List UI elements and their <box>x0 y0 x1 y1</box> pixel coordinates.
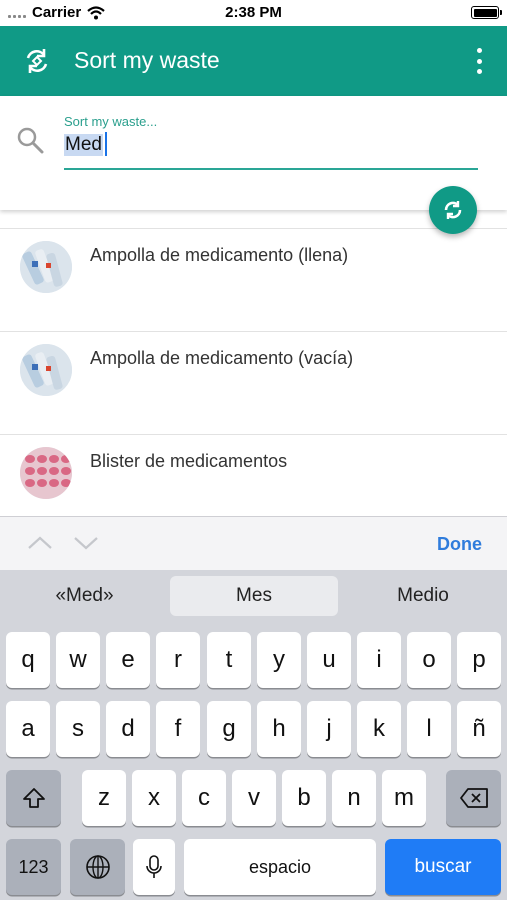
done-button[interactable]: Done <box>437 534 482 555</box>
refresh-fab-button[interactable] <box>429 186 477 234</box>
chevron-down-icon[interactable] <box>73 533 99 553</box>
key-e[interactable]: e <box>106 632 150 688</box>
medicine-ampoule-image <box>20 344 72 396</box>
key-m[interactable]: m <box>382 770 426 826</box>
key-k[interactable]: k <box>357 701 401 757</box>
key-t[interactable]: t <box>207 632 251 688</box>
key-w[interactable]: w <box>56 632 100 688</box>
dictation-key[interactable] <box>133 839 175 895</box>
key-d[interactable]: d <box>106 701 150 757</box>
key-u[interactable]: u <box>307 632 351 688</box>
sort-refresh-icon[interactable] <box>22 46 52 76</box>
list-item-label: Ampolla de medicamento (vacía) <box>90 348 354 368</box>
keyboard-accessory-bar: Done <box>0 516 507 570</box>
search-icon <box>17 127 44 154</box>
results-list: Ampolla de medicamento (llena) Ampolla d… <box>0 228 507 516</box>
numbers-key[interactable]: 123 <box>6 839 61 895</box>
keyboard: «Med» Mes Medio q w e r t y u i o p a s … <box>0 570 507 900</box>
key-q[interactable]: q <box>6 632 50 688</box>
key-j[interactable]: j <box>307 701 351 757</box>
globe-icon <box>85 855 110 879</box>
key-f[interactable]: f <box>156 701 200 757</box>
suggestion-item[interactable]: Mes <box>170 576 338 616</box>
key-n-tilde[interactable]: ñ <box>457 701 501 757</box>
key-s[interactable]: s <box>56 701 100 757</box>
backspace-icon <box>459 788 488 808</box>
key-x[interactable]: x <box>132 770 176 826</box>
shift-icon <box>22 788 45 808</box>
list-item[interactable]: Ampolla de medicamento (llena) <box>0 229 507 332</box>
key-o[interactable]: o <box>407 632 451 688</box>
list-item[interactable]: Ampolla de medicamento (vacía) <box>0 332 507 435</box>
search-input[interactable]: Med <box>64 130 478 170</box>
microphone-icon <box>146 855 162 878</box>
page-title: Sort my waste <box>74 47 220 73</box>
space-key[interactable]: espacio <box>184 839 376 895</box>
backspace-key[interactable] <box>446 770 501 826</box>
key-v[interactable]: v <box>232 770 276 826</box>
search-field-label: Sort my waste... <box>64 114 158 129</box>
key-y[interactable]: y <box>257 632 301 688</box>
key-n[interactable]: n <box>332 770 376 826</box>
suggestion-item[interactable]: «Med» <box>0 576 169 616</box>
pill-blister-image <box>20 447 72 499</box>
list-item-label: Blister de medicamentos <box>90 451 288 471</box>
text-cursor <box>105 132 107 156</box>
key-l[interactable]: l <box>407 701 451 757</box>
battery-icon <box>471 6 502 19</box>
search-input-value: Med <box>64 134 103 156</box>
status-bar: Carrier 2:38 PM <box>0 0 507 26</box>
suggestion-bar: «Med» Mes Medio <box>0 570 507 622</box>
key-c[interactable]: c <box>182 770 226 826</box>
key-g[interactable]: g <box>207 701 251 757</box>
overflow-menu-icon[interactable] <box>473 48 485 74</box>
key-r[interactable]: r <box>156 632 200 688</box>
list-item[interactable]: Blister de medicamentos <box>0 435 507 517</box>
key-z[interactable]: z <box>82 770 126 826</box>
suggestion-item[interactable]: Medio <box>339 576 507 616</box>
sync-icon <box>444 201 462 219</box>
key-a[interactable]: a <box>6 701 50 757</box>
key-p[interactable]: p <box>457 632 501 688</box>
medicine-ampoule-image <box>20 241 72 293</box>
list-item-label: Ampolla de medicamento (llena) <box>90 245 349 265</box>
app-bar: Sort my waste <box>0 26 507 96</box>
globe-key[interactable] <box>70 839 125 895</box>
search-submit-key[interactable]: buscar <box>385 839 501 895</box>
status-time: 2:38 PM <box>225 4 282 21</box>
key-i[interactable]: i <box>357 632 401 688</box>
key-b[interactable]: b <box>282 770 326 826</box>
key-h[interactable]: h <box>257 701 301 757</box>
shift-key[interactable] <box>6 770 61 826</box>
search-card: Sort my waste... Med <box>0 96 507 210</box>
chevron-up-icon[interactable] <box>27 533 53 553</box>
